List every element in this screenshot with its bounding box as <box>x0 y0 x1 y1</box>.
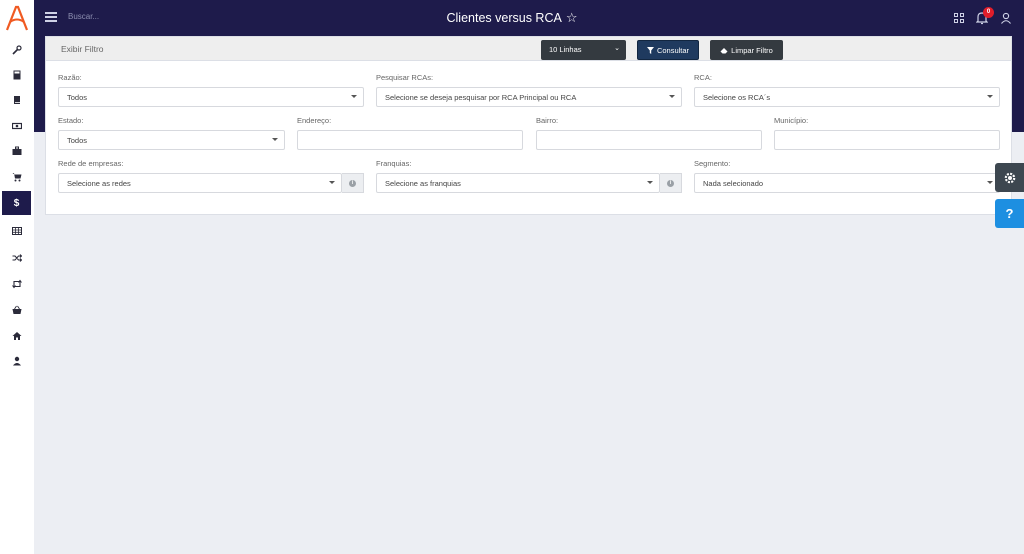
filter-icon <box>646 46 654 54</box>
toggle-filter-link[interactable]: Exibir Filtro <box>61 44 104 54</box>
rede-select[interactable]: Selecione as redes <box>58 173 342 193</box>
sidebar-item-briefcase[interactable] <box>2 139 31 163</box>
notification-badge: 0 <box>983 7 994 18</box>
gear-icon <box>1004 172 1015 183</box>
rca-value: Selecione os RCA´s <box>703 93 771 102</box>
favorite-star-icon[interactable]: ☆ <box>566 10 578 25</box>
info-icon: i <box>349 179 356 187</box>
money-icon <box>11 122 22 130</box>
retweet-icon <box>11 279 22 289</box>
book-icon <box>13 96 20 104</box>
sidebar-item-user[interactable] <box>2 349 31 373</box>
caret-down-icon <box>987 181 993 184</box>
sidebar-item-money[interactable] <box>2 114 31 138</box>
page-title: Clientes versus RCA <box>446 11 562 25</box>
top-bar: Buscar... Clientes versus RCA ☆ 0 <box>0 0 1024 36</box>
limpar-filtro-label: Limpar Filtro <box>731 45 773 55</box>
estado-select[interactable]: Todos <box>58 130 285 150</box>
settings-float-button[interactable] <box>995 163 1024 192</box>
cart-icon <box>12 173 21 182</box>
sidebar-item-calculator[interactable] <box>2 63 31 87</box>
caret-down-icon <box>351 95 357 98</box>
sidebar-item-cart[interactable] <box>2 165 31 189</box>
user-icon[interactable] <box>1000 12 1012 24</box>
filter-panel-header: Exibir Filtro 10 Linhas ⌄ Consultar Limp… <box>46 37 1011 61</box>
razao-select[interactable]: Todos <box>58 87 364 107</box>
filter-panel: Exibir Filtro 10 Linhas ⌄ Consultar Limp… <box>45 36 1012 215</box>
sidebar-item-home[interactable] <box>2 324 31 348</box>
segmento-value: Nada selecionado <box>703 179 764 188</box>
rede-label: Rede de empresas: <box>58 159 124 168</box>
razao-value: Todos <box>67 93 88 102</box>
page-size-value: 10 Linhas <box>549 45 582 54</box>
sidebar-item-basket[interactable] <box>2 298 31 322</box>
page-size-select[interactable]: 10 Linhas ⌄ <box>541 40 626 60</box>
caret-down-icon <box>669 95 675 98</box>
caret-down-icon <box>272 138 278 141</box>
chevron-down-icon: ⌄ <box>614 45 620 52</box>
sidebar-item-table[interactable] <box>2 219 31 243</box>
apps-grid-icon[interactable] <box>954 13 964 23</box>
wrench-icon <box>11 45 22 55</box>
sidebar-item-book[interactable] <box>2 88 31 112</box>
franquias-select[interactable]: Selecione as franquias <box>376 173 660 193</box>
franquias-info-button[interactable]: i <box>660 173 682 193</box>
estado-label: Estado: <box>58 116 84 125</box>
caret-down-icon <box>987 95 993 98</box>
shuffle-icon <box>12 254 22 262</box>
pesquisar-rcas-value: Selecione se deseja pesquisar por RCA Pr… <box>385 93 577 102</box>
question-icon: ? <box>1005 206 1014 221</box>
consultar-label: Consultar <box>656 45 690 55</box>
sidebar: $ <box>0 36 34 554</box>
basket-icon <box>12 305 21 314</box>
rede-value: Selecione as redes <box>67 179 131 188</box>
eraser-icon <box>720 47 728 53</box>
briefcase-icon <box>12 146 21 155</box>
municipio-input[interactable] <box>774 130 1000 150</box>
bairro-input[interactable] <box>536 130 762 150</box>
estado-value: Todos <box>67 136 88 145</box>
person-icon <box>12 356 21 366</box>
page-title-wrap: Clientes versus RCA ☆ <box>0 10 1024 26</box>
consultar-button[interactable]: Consultar <box>637 40 699 60</box>
franquias-value: Selecione as franquias <box>385 179 461 188</box>
caret-down-icon <box>329 181 335 184</box>
home-icon <box>12 332 21 340</box>
segmento-select[interactable]: Nada selecionado <box>694 173 1000 193</box>
dollar-icon: $ <box>13 197 20 209</box>
sidebar-item-tools[interactable] <box>2 38 31 62</box>
pesquisar-rcas-select[interactable]: Selecione se deseja pesquisar por RCA Pr… <box>376 87 682 107</box>
caret-down-icon <box>647 181 653 184</box>
table-icon <box>11 227 22 235</box>
endereco-input[interactable] <box>297 130 523 150</box>
bairro-label: Bairro: <box>536 116 559 125</box>
municipio-label: Município: <box>774 116 809 125</box>
razao-label: Razão: <box>58 73 82 82</box>
pesquisar-rcas-label: Pesquisar RCAs: <box>376 73 434 82</box>
rca-select[interactable]: Selecione os RCA´s <box>694 87 1000 107</box>
sidebar-item-retweet[interactable] <box>2 272 31 296</box>
calculator-icon <box>13 70 20 80</box>
limpar-filtro-button[interactable]: Limpar Filtro <box>710 40 783 60</box>
sidebar-item-shuffle[interactable] <box>2 246 31 270</box>
rca-label: RCA: <box>694 73 712 82</box>
rede-info-button[interactable]: i <box>342 173 364 193</box>
endereco-label: Endereço: <box>297 116 332 125</box>
sidebar-item-financeiro[interactable]: $ <box>2 191 31 215</box>
help-float-button[interactable]: ? <box>995 199 1024 228</box>
franquias-label: Franquias: <box>376 159 412 168</box>
segmento-label: Segmento: <box>694 159 731 168</box>
info-icon: i <box>667 179 674 187</box>
